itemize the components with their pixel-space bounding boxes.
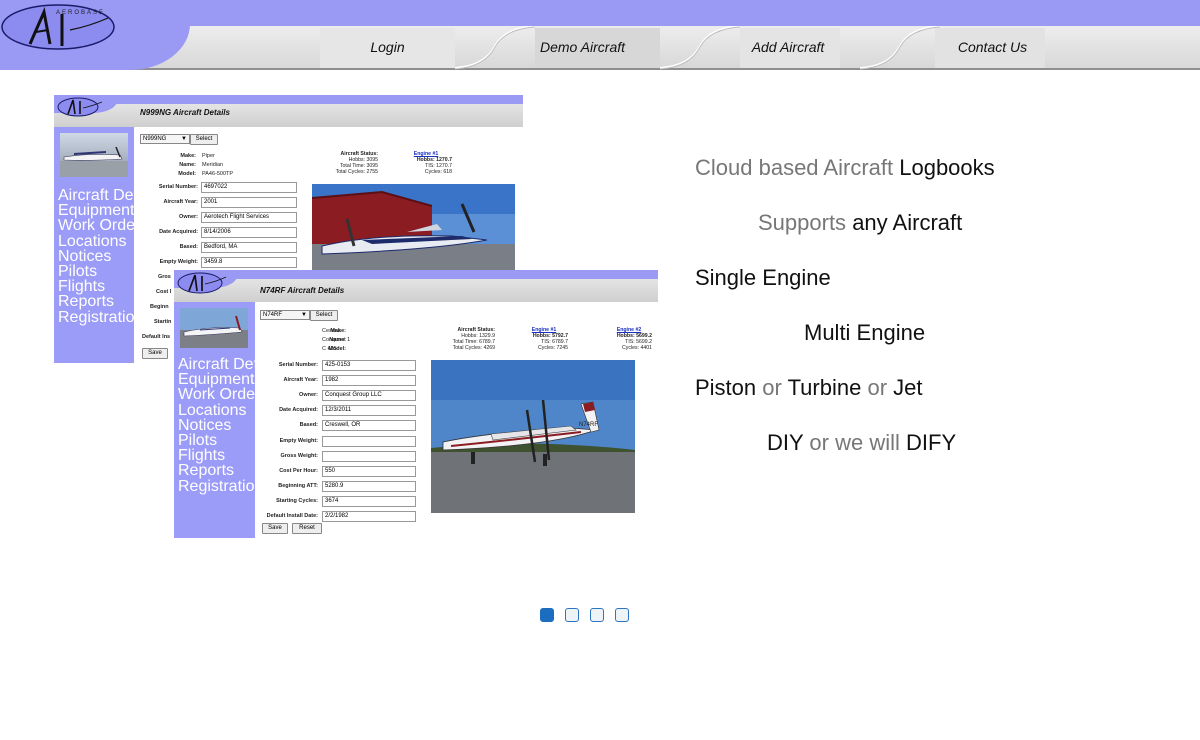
save-button[interactable]: Save bbox=[142, 348, 168, 359]
nav-login-link[interactable]: Login bbox=[320, 26, 455, 68]
tagline-supports: Supports any Aircraft bbox=[758, 210, 963, 235]
shot-header: N999NG Aircraft Details bbox=[54, 95, 523, 127]
engine-1-status: Engine #1 Hobbs: 5792.7 TIS: 6789.7 Cycl… bbox=[520, 327, 568, 351]
engine-1-status: Engine #1 Hobbs: 1270.7 TIS: 1270.7 Cycl… bbox=[400, 151, 452, 175]
tagline-engine-types: Piston or Turbine or Jet bbox=[695, 375, 923, 400]
aircraft-year-field[interactable]: 2001 bbox=[201, 197, 297, 208]
empty-weight-field[interactable] bbox=[322, 435, 416, 447]
site-logo[interactable]: AEROBASE bbox=[0, 0, 125, 56]
field-label-cut: Cost I bbox=[156, 289, 172, 295]
aircraft-thumbnail bbox=[180, 308, 248, 348]
date-acquired-field[interactable]: 8/14/2006 bbox=[201, 227, 297, 238]
based-field[interactable]: Creswell, OR bbox=[322, 420, 416, 432]
carousel-dot[interactable] bbox=[615, 608, 629, 622]
select-button[interactable]: Select bbox=[190, 134, 218, 145]
tagline-logbooks: Cloud based Aircraft Logbooks bbox=[695, 155, 995, 180]
logo-wordmark: AEROBASE bbox=[56, 10, 105, 16]
sidebar-item-registration[interactable]: Registration bbox=[58, 309, 143, 327]
field-label: Date Acquired: bbox=[279, 407, 318, 414]
field-label-cut: Beginn bbox=[150, 304, 169, 310]
field-label: Serial Number: bbox=[278, 362, 318, 368]
info-value: Meridian bbox=[202, 162, 224, 168]
nav-separator bbox=[660, 26, 740, 70]
field-label-cut: Default Ins bbox=[142, 334, 171, 340]
screenshot-front: N74RF Aircraft Details N74RF ▼ Select Mak… bbox=[174, 270, 658, 538]
nav-demo-aircraft-link[interactable]: Demo Aircraft bbox=[520, 26, 645, 68]
cost-per-hour-field[interactable]: 550 bbox=[322, 465, 416, 477]
carousel-dot[interactable] bbox=[540, 608, 554, 622]
based-field[interactable]: Bedford, MA bbox=[201, 242, 297, 253]
aircraft-thumbnail bbox=[60, 133, 128, 177]
site-header: AEROBASE Login Demo Aircraft Add Aircraf… bbox=[0, 0, 1200, 72]
tagline-single-engine: Single Engine bbox=[695, 265, 831, 290]
shot-header: N74RF Aircraft Details bbox=[174, 270, 658, 302]
field-label: Empty Weight: bbox=[159, 259, 198, 265]
info-label: Model: bbox=[178, 171, 196, 177]
select-button[interactable]: Select bbox=[310, 310, 338, 321]
field-label: Gross Weight: bbox=[280, 452, 319, 459]
aircraft-select-dropdown[interactable]: N999NG ▼ bbox=[140, 134, 190, 144]
field-label: Starting Cycles: bbox=[276, 497, 318, 504]
info-label: Make: bbox=[180, 153, 196, 159]
field-label: Default Install Date: bbox=[266, 513, 318, 519]
starting-cycles-field[interactable]: 3674 bbox=[322, 495, 416, 507]
aircraft-photo bbox=[312, 184, 515, 270]
serial-number-field[interactable]: 425-0153 bbox=[322, 360, 416, 371]
owner-field[interactable]: Conquest Group LLC bbox=[322, 390, 416, 402]
shot-title: N999NG Aircraft Details bbox=[140, 108, 230, 117]
nav-add-aircraft-link[interactable]: Add Aircraft bbox=[735, 26, 841, 68]
shot-logo-icon bbox=[177, 272, 227, 294]
beginning-att-field[interactable]: 5280.9 bbox=[322, 480, 416, 492]
tagline-diy: DIY or we will DIFY bbox=[767, 430, 957, 455]
info-label: Model: bbox=[328, 346, 346, 352]
owner-field[interactable]: Aerotech Flight Services bbox=[201, 212, 297, 223]
field-label: Cost Per Hour: bbox=[279, 467, 318, 474]
field-label: Aircraft Year: bbox=[283, 377, 318, 384]
shot-title: N74RF Aircraft Details bbox=[260, 286, 345, 295]
field-label: Owner: bbox=[299, 392, 318, 399]
field-label: Based: bbox=[299, 422, 318, 429]
aircraft-year-field[interactable]: 1982 bbox=[322, 375, 416, 387]
engine-2-status: Engine #2 Hobbs: 5699.2 TIS: 5699.2 Cycl… bbox=[606, 327, 652, 351]
default-install-date-field[interactable]: 2/2/1982 bbox=[322, 511, 416, 522]
serial-number-field[interactable]: 4697022 bbox=[201, 182, 297, 193]
reset-button[interactable]: Reset bbox=[292, 523, 322, 534]
date-acquired-field[interactable]: 12/3/2011 bbox=[322, 405, 416, 417]
shot-logo-icon bbox=[57, 97, 103, 117]
info-value: Conquest 1 bbox=[322, 337, 351, 343]
field-label-cut: Gros bbox=[158, 274, 171, 280]
field-label: Beginning ATT: bbox=[278, 482, 318, 489]
nav-contact-us-link[interactable]: Contact Us bbox=[935, 26, 1050, 68]
info-label: Name: bbox=[179, 162, 196, 168]
empty-weight-field[interactable]: 3459.8 bbox=[201, 257, 297, 268]
aircraft-status: Aircraft Status: Hobbs: 3095 Total Time:… bbox=[335, 151, 378, 175]
info-value: Cessna bbox=[322, 328, 341, 334]
aircraft-photo: N74RF bbox=[431, 360, 635, 513]
tagline-multi-engine: Multi Engine bbox=[804, 320, 926, 345]
aircraft-select-dropdown[interactable]: N74RF ▼ bbox=[260, 310, 310, 320]
field-label: Empty Weight: bbox=[279, 437, 318, 444]
carousel-dot[interactable] bbox=[565, 608, 579, 622]
field-label: Based: bbox=[179, 244, 198, 250]
carousel-dot[interactable] bbox=[590, 608, 604, 622]
nav-separator bbox=[860, 26, 940, 70]
info-value: C 425 bbox=[322, 346, 337, 352]
info-value: Piper bbox=[202, 153, 215, 159]
aircraft-status: Aircraft Status: Hobbs: 1329.9 Total Tim… bbox=[452, 327, 495, 351]
tail-number-text: N74RF bbox=[579, 422, 598, 428]
save-button[interactable]: Save bbox=[262, 523, 288, 534]
info-value: PA46-500TP bbox=[202, 171, 234, 177]
gross-weight-field[interactable] bbox=[322, 450, 416, 462]
field-label-cut: Startin bbox=[154, 319, 172, 325]
